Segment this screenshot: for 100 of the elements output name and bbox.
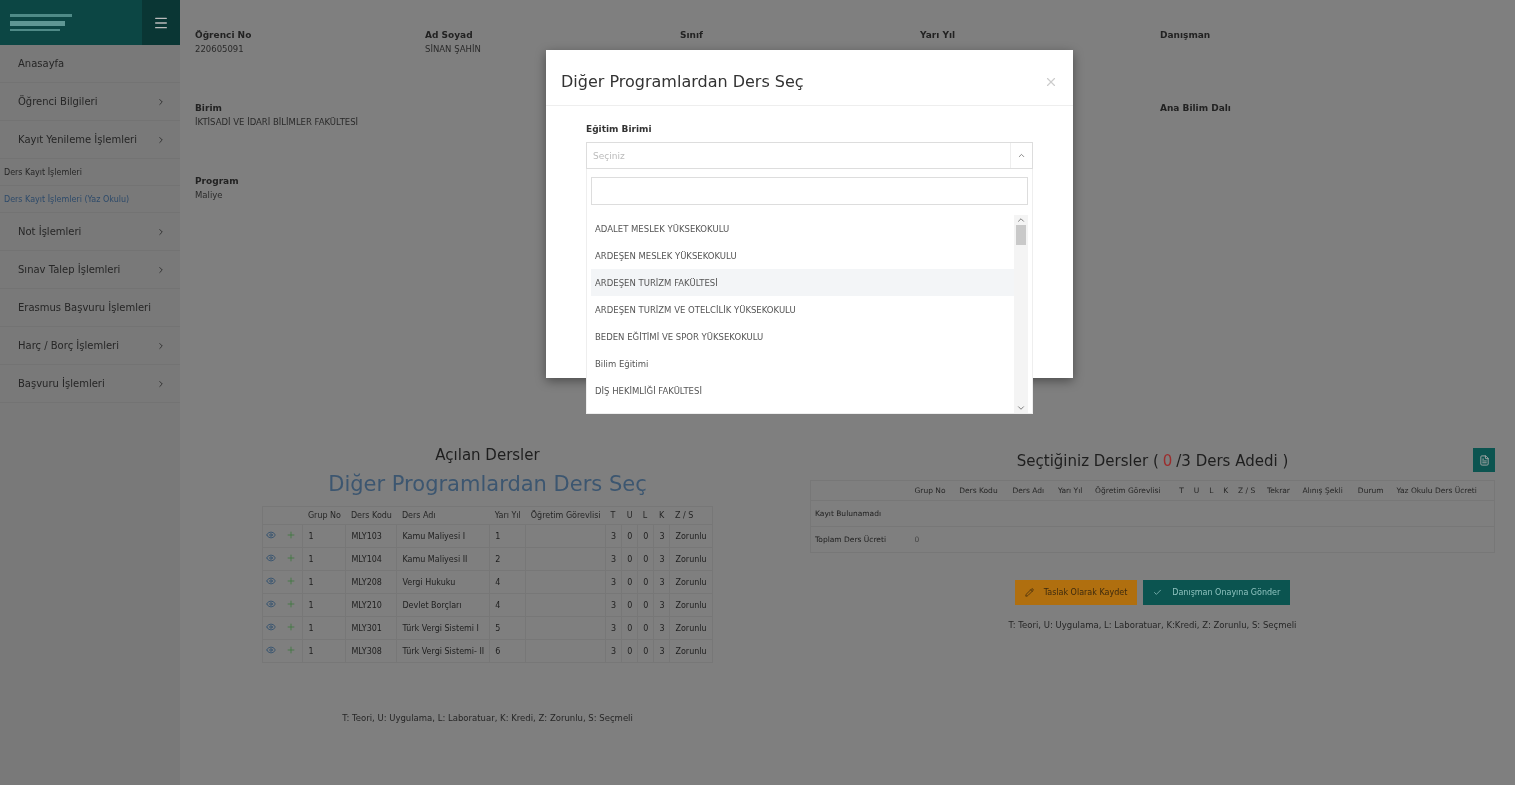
add-icon[interactable] [285, 599, 296, 609]
select-field[interactable]: Seçiniz [586, 142, 1033, 169]
table-cell: 3 [611, 554, 617, 564]
menu-button[interactable] [142, 0, 180, 45]
table-cell: Türk Vergi Sistemi- II [402, 646, 485, 656]
legend-text: T: Teori, U: Uygulama, L: Laboratuar, K: Kredi, Z: Zorunlu, S: Seçmeli [342, 713, 633, 723]
column-header: L [637, 506, 654, 525]
table-cell: Devlet Borçları [402, 600, 462, 610]
field-label: Eğitim Birimi [586, 124, 653, 134]
table-cell: 0 [627, 646, 633, 656]
document-button[interactable] [1473, 448, 1495, 472]
field-value: İKTİSADİ VE İDARİ BİLİMLER FAKÜLTESİ [195, 117, 360, 127]
chevron-icon [156, 378, 166, 389]
column-header: Z / S [670, 506, 713, 525]
sidebar-item[interactable]: Kayıt Yenileme İşlemleri [0, 121, 180, 159]
table-cell: 0 [627, 623, 633, 633]
legend-text: T: Teori, U: Uygulama, L: Laboratuar, K:Kredi, Z: Zorunlu, S: Seçmeli [1008, 620, 1297, 631]
scroll-up-icon[interactable] [1016, 215, 1026, 225]
table-cell: Zorunlu [675, 600, 707, 610]
view-icon[interactable] [266, 553, 277, 563]
table-cell: 0 [627, 577, 633, 587]
university-logo [10, 11, 72, 34]
table-cell: 3 [611, 600, 617, 610]
field-label: Sınıf [680, 30, 704, 40]
save-draft-button[interactable]: Taslak Olarak Kaydet [1014, 580, 1138, 606]
selected-count: 0 [1162, 452, 1173, 470]
dropdown-option[interactable]: ARDEŞEN TURİZM FAKÜLTESİ [591, 269, 1014, 296]
field-label: Ana Bilim Dalı [1160, 103, 1232, 113]
sidebar-item[interactable]: Erasmus Başvuru İşlemleri [0, 289, 180, 327]
sidebar-item[interactable]: Sınav Talep İşlemleri [0, 251, 180, 289]
chevron-icon [156, 134, 166, 145]
add-icon[interactable] [285, 645, 296, 655]
sidebar-item[interactable]: Ders Kayıt İşlemleri [0, 159, 180, 186]
table-cell: 1 [308, 623, 314, 633]
chevron-icon [156, 226, 166, 237]
sidebar-item[interactable]: Başvuru İşlemleri [0, 365, 180, 403]
table-cell: Türk Vergi Sistemi I [402, 623, 479, 633]
scrollbar-thumb[interactable] [1016, 225, 1026, 245]
table-cell: 1 [308, 531, 314, 541]
add-icon[interactable] [285, 622, 296, 632]
table-cell: 0 [627, 531, 633, 541]
sidebar-item[interactable]: Not İşlemleri [0, 213, 180, 251]
column-header: U [621, 506, 638, 525]
column-header: K [653, 506, 670, 525]
chevron-icon [156, 340, 166, 351]
table-cell: 0 [643, 600, 649, 610]
sidebar-item[interactable]: Öğrenci Bilgileri [0, 83, 180, 121]
table-cell: MLY208 [351, 577, 382, 587]
view-icon[interactable] [266, 622, 277, 632]
table-cell: 3 [659, 577, 665, 587]
table-cell: MLY301 [351, 623, 382, 633]
section-title-suffix: /3 Ders Adedi ) [1176, 452, 1289, 470]
sidebar-item[interactable]: Harç / Borç İşlemleri [0, 327, 180, 365]
add-icon[interactable] [285, 530, 296, 540]
sidebar-item[interactable]: Anasayfa [0, 45, 180, 83]
column-header: Ders Kodu [345, 506, 397, 525]
table-cell: 0 [627, 600, 633, 610]
table-cell: 3 [611, 577, 617, 587]
scrollbar[interactable] [1014, 215, 1028, 413]
field-label: Yarı Yıl [920, 30, 957, 40]
chevron-icon [156, 96, 166, 107]
table-cell: 3 [659, 646, 665, 656]
view-icon[interactable] [266, 576, 277, 586]
table-cell: 5 [495, 623, 501, 633]
table-cell: 0 [643, 623, 649, 633]
section-title-prefix: Seçtiğiniz Dersler ( [1016, 452, 1159, 470]
table-cell: 0 [627, 554, 633, 564]
field-value: SİNAN ŞAHİN [425, 44, 482, 54]
scroll-down-icon[interactable] [1016, 403, 1026, 413]
view-icon[interactable] [266, 530, 277, 540]
document-icon [1478, 454, 1490, 466]
table-cell: MLY103 [351, 531, 382, 541]
add-icon[interactable] [285, 576, 296, 586]
table-cell: 3 [611, 646, 617, 656]
section-title: Açılan Dersler [435, 446, 540, 464]
table-cell: 0 [643, 531, 649, 541]
table-cell: 3 [659, 600, 665, 610]
submit-button[interactable]: Danışman Onayına Gönder [1143, 580, 1291, 606]
table-cell: Zorunlu [675, 577, 707, 587]
field-label: Program [195, 176, 240, 186]
table-cell: Zorunlu [675, 646, 707, 656]
table-cell: 3 [611, 531, 617, 541]
table-cell: 4 [495, 600, 501, 610]
column-header: Öğretim Görevlisi [525, 506, 606, 525]
search-field[interactable] [591, 177, 1028, 205]
field-label: Danışman [1160, 30, 1212, 40]
table-cell: 4 [495, 577, 501, 587]
other-programs-link[interactable]: Diğer Programlardan Ders Seç [328, 472, 647, 496]
table-cell: 2 [495, 554, 501, 564]
field-label: Öğrenci No [195, 30, 253, 40]
add-icon[interactable] [285, 553, 296, 563]
table-cell: 1 [308, 646, 314, 656]
sidebar-item[interactable]: Ders Kayıt İşlemleri (Yaz Okulu) [0, 186, 180, 213]
view-icon[interactable] [266, 645, 277, 655]
table-cell: 1 [308, 600, 314, 610]
view-icon[interactable] [266, 599, 277, 609]
table-cell: Zorunlu [675, 531, 707, 541]
table-cell: Vergi Hukuku [402, 577, 456, 587]
table-cell: 3 [659, 623, 665, 633]
column-header: Ders Adı [396, 506, 490, 525]
